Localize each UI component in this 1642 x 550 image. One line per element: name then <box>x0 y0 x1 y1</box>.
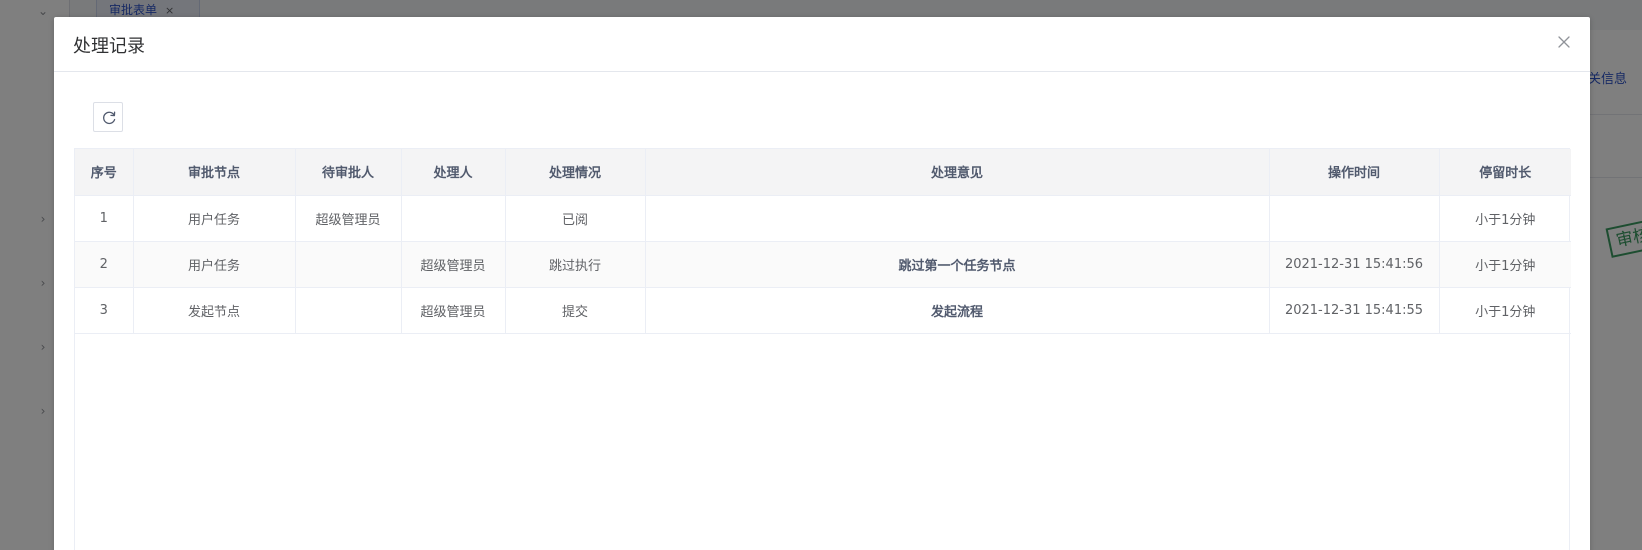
table-row[interactable]: 2 用户任务 超级管理员 跳过执行 跳过第一个任务节点 2021-12-31 1… <box>75 240 1571 288</box>
cell-index: 1 <box>75 194 134 242</box>
cell-opinion: 发起流程 <box>644 286 1270 334</box>
cell-index: 2 <box>75 240 134 288</box>
cell-opinion: 跳过第一个任务节点 <box>644 240 1270 288</box>
cell-approval-node: 用户任务 <box>132 194 296 242</box>
cell-duration: 小于1分钟 <box>1438 194 1571 242</box>
cell-pending-approver: 超级管理员 <box>294 194 402 242</box>
column-header-duration[interactable]: 停留时长 <box>1438 149 1571 196</box>
column-header-index[interactable]: 序号 <box>75 149 134 196</box>
cell-duration: 小于1分钟 <box>1438 240 1571 288</box>
cell-status: 跳过执行 <box>504 240 646 288</box>
cell-operation-time: 2021-12-31 15:41:56 <box>1268 240 1440 288</box>
process-record-dialog: 处理记录 序号 审批节点 待审批人 处理人 处理情况 处理意见 操作时间 停留时… <box>54 17 1590 550</box>
cell-pending-approver <box>294 286 402 334</box>
cell-operation-time <box>1268 194 1440 242</box>
cell-status: 已阅 <box>504 194 646 242</box>
column-header-status[interactable]: 处理情况 <box>504 149 646 196</box>
close-icon[interactable] <box>1554 32 1574 52</box>
column-header-approval-node[interactable]: 审批节点 <box>132 149 296 196</box>
cell-operation-time: 2021-12-31 15:41:55 <box>1268 286 1440 334</box>
cell-handler: 超级管理员 <box>400 240 506 288</box>
table-row[interactable]: 3 发起节点 超级管理员 提交 发起流程 2021-12-31 15:41:55… <box>75 286 1571 334</box>
column-header-operation-time[interactable]: 操作时间 <box>1268 149 1440 196</box>
column-header-opinion[interactable]: 处理意见 <box>644 149 1270 196</box>
cell-status: 提交 <box>504 286 646 334</box>
table-row[interactable]: 1 用户任务 超级管理员 已阅 小于1分钟 <box>75 194 1571 242</box>
cell-handler <box>400 194 506 242</box>
refresh-button[interactable] <box>93 102 123 132</box>
cell-handler: 超级管理员 <box>400 286 506 334</box>
dialog-title: 处理记录 <box>73 36 145 57</box>
dialog-header: 处理记录 <box>54 17 1590 72</box>
column-header-pending-approver[interactable]: 待审批人 <box>294 149 402 196</box>
cell-opinion <box>644 194 1270 242</box>
table-header-row: 序号 审批节点 待审批人 处理人 处理情况 处理意见 操作时间 停留时长 <box>75 149 1571 196</box>
cell-approval-node: 用户任务 <box>132 240 296 288</box>
cell-duration: 小于1分钟 <box>1438 286 1571 334</box>
cell-index: 3 <box>75 286 134 334</box>
column-header-handler[interactable]: 处理人 <box>400 149 506 196</box>
refresh-icon <box>103 111 116 125</box>
process-record-table: 序号 审批节点 待审批人 处理人 处理情况 处理意见 操作时间 停留时长 1 用… <box>74 148 1571 550</box>
cell-pending-approver <box>294 240 402 288</box>
cell-approval-node: 发起节点 <box>132 286 296 334</box>
